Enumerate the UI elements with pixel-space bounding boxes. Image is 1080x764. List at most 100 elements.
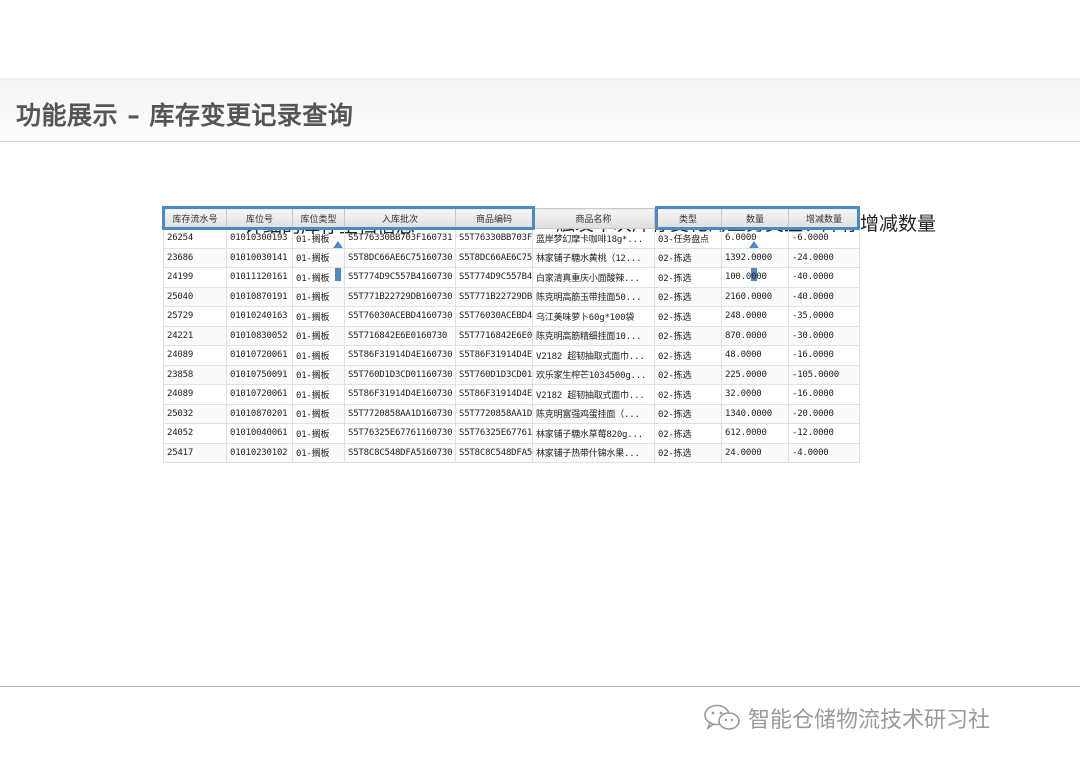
table-cell: 870.0000: [721, 325, 789, 346]
table-cell: -30.0000: [788, 325, 860, 346]
table-cell: 01010240163: [226, 306, 293, 327]
table-cell: 6.0000: [721, 228, 789, 249]
column-header-serial[interactable]: 库存流水号: [163, 208, 227, 229]
table-cell: S5T76325E67761: [455, 423, 533, 444]
table-cell: S5T771B22729DB: [455, 286, 533, 307]
column-header-location-type[interactable]: 库位类型: [292, 208, 345, 229]
table-cell: V2182 超韧抽取式面巾...: [532, 345, 655, 366]
table-cell: -105.0000: [788, 364, 860, 385]
table-cell: 24221: [163, 325, 227, 346]
table-row[interactable]: 26254 01010300193 01-搁板 S5T76330BB703F16073…: [163, 228, 860, 249]
table-cell: 01010230102: [226, 442, 293, 463]
table-cell: -16.0000: [788, 345, 860, 366]
table-cell: 01010830052: [226, 325, 293, 346]
table-cell: -24.0000: [788, 247, 860, 268]
table-cell: S5T76330BB703F: [455, 228, 533, 249]
table-row[interactable]: 25417 01010230102 01-搁板 S5T8C8C548DFA516073…: [163, 442, 860, 463]
table-cell: 01-搁板: [292, 325, 345, 346]
table-cell: 248.0000: [721, 306, 789, 327]
table-cell: 1340.0000: [721, 403, 789, 424]
table-row[interactable]: 23686 01010030141 01-搁板 S5T8DC66AE6C7516073…: [163, 247, 860, 268]
table-cell: S5T760D1D3CD01: [455, 364, 533, 385]
table-row[interactable]: 25729 01010240163 01-搁板 S5T76030ACEBD416073…: [163, 306, 860, 327]
table-cell: 01-搁板: [292, 345, 345, 366]
table-cell: S5T86F31914D4E160730: [344, 384, 456, 405]
table-row[interactable]: 24052 01010040061 01-搁板 S5T76325E6776116073…: [163, 423, 860, 444]
table-header-row: 库存流水号 库位号 库位类型 入库批次 商品编码 商品名称 类型 数量 增减数量: [163, 208, 860, 229]
column-header-product-name[interactable]: 商品名称: [532, 208, 655, 229]
column-header-inbound-batch[interactable]: 入库批次: [344, 208, 456, 229]
slide-title: 功能展示 – 库存变更记录查询: [16, 101, 354, 130]
table-cell: 01-搁板: [292, 364, 345, 385]
table-cell: 24199: [163, 267, 227, 288]
table-cell: 612.0000: [721, 423, 789, 444]
column-header-type[interactable]: 类型: [654, 208, 722, 229]
table-cell: S5T760D1D3CD01160730: [344, 364, 456, 385]
table-cell: 100.0000: [721, 267, 789, 288]
table-cell: 02-拣选: [654, 286, 722, 307]
title-divider: [0, 141, 1080, 142]
table-row[interactable]: 24089 01010720061 01-搁板 S5T86F31914D4E16073…: [163, 384, 860, 405]
table-row[interactable]: 25040 01010870191 01-搁板 S5T771B22729DB16073…: [163, 286, 860, 307]
table-cell: 225.0000: [721, 364, 789, 385]
table-row[interactable]: 23858 01010750091 01-搁板 S5T760D1D3CD0116073…: [163, 364, 860, 385]
table-cell: -12.0000: [788, 423, 860, 444]
table-cell: 02-拣选: [654, 442, 722, 463]
table-cell: S5T86F31914D4E160730: [344, 345, 456, 366]
table-row[interactable]: 25032 01010870201 01-搁板 S5T7720858AA1D16073…: [163, 403, 860, 424]
table-cell: S5T716842E6E0160730: [344, 325, 456, 346]
table-cell: 03-任务盘点: [654, 228, 722, 249]
table-cell: 24089: [163, 345, 227, 366]
table-cell: 02-拣选: [654, 364, 722, 385]
table-cell: 蓝岸梦幻摩卡咖啡18g*...: [532, 228, 655, 249]
table-cell: S5T774D9C557B4: [455, 267, 533, 288]
footer-brand-text: 智能仓储物流技术研习社: [748, 708, 991, 733]
table-cell: S5T76325E67761160730: [344, 423, 456, 444]
table-cell: 陈克明富强鸡蛋挂面（...: [532, 403, 655, 424]
table-cell: 48.0000: [721, 345, 789, 366]
table-cell: 1392.0000: [721, 247, 789, 268]
table-cell: 02-拣选: [654, 423, 722, 444]
inventory-change-table: 库存流水号 库位号 库位类型 入库批次 商品编码 商品名称 类型 数量 增减数量…: [162, 206, 860, 463]
table-cell: 01-搁板: [292, 247, 345, 268]
table-cell: 01010720061: [226, 345, 293, 366]
table-row[interactable]: 24089 01010720061 01-搁板 S5T86F31914D4E16073…: [163, 345, 860, 366]
table-cell: 25032: [163, 403, 227, 424]
table-cell: 02-拣选: [654, 345, 722, 366]
table-cell: 01-搁板: [292, 423, 345, 444]
table-cell: S5T8C8C548DFA5160730: [344, 442, 456, 463]
table-cell: 01-搁板: [292, 403, 345, 424]
table-cell: 02-拣选: [654, 267, 722, 288]
table-cell: S5T76030ACEBD4160730: [344, 306, 456, 327]
table-cell: S5T8DC66AE6C75: [455, 247, 533, 268]
table-cell: -40.0000: [788, 286, 860, 307]
wechat-icon: [704, 704, 740, 731]
table-cell: S5T86F31914D4E: [455, 384, 533, 405]
table-cell: 02-拣选: [654, 325, 722, 346]
table-cell: -35.0000: [788, 306, 860, 327]
table-row[interactable]: 24221 01010830052 01-搁板 S5T716842E6E0160730…: [163, 325, 860, 346]
table-cell: 01010720061: [226, 384, 293, 405]
column-header-location[interactable]: 库位号: [226, 208, 293, 229]
table-cell: S5T7720858AA1D: [455, 403, 533, 424]
table-cell: 01-搁板: [292, 306, 345, 327]
table-cell: 24089: [163, 384, 227, 405]
table-cell: S5T8DC66AE6C75160730: [344, 247, 456, 268]
table-cell: -4.0000: [788, 442, 860, 463]
table-cell: 23858: [163, 364, 227, 385]
table-cell: 02-拣选: [654, 247, 722, 268]
table-cell: 23686: [163, 247, 227, 268]
table-cell: 01010870201: [226, 403, 293, 424]
table-cell: -20.0000: [788, 403, 860, 424]
column-header-sku-code[interactable]: 商品编码: [455, 208, 533, 229]
table-cell: 01010030141: [226, 247, 293, 268]
table-cell: 林家铺子糖水黄桃（12...: [532, 247, 655, 268]
table-cell: S5T8C8C548DFA5: [455, 442, 533, 463]
column-header-quantity[interactable]: 数量: [721, 208, 789, 229]
table-cell: 林家铺子热带什锦水果...: [532, 442, 655, 463]
table-cell: 02-拣选: [654, 306, 722, 327]
table-cell: 01010750091: [226, 364, 293, 385]
table-cell: 01-搁板: [292, 286, 345, 307]
table-row[interactable]: 24199 01011120161 01-搁板 S5T774D9C557B416073…: [163, 267, 860, 288]
column-header-change-qty[interactable]: 增减数量: [788, 208, 860, 229]
